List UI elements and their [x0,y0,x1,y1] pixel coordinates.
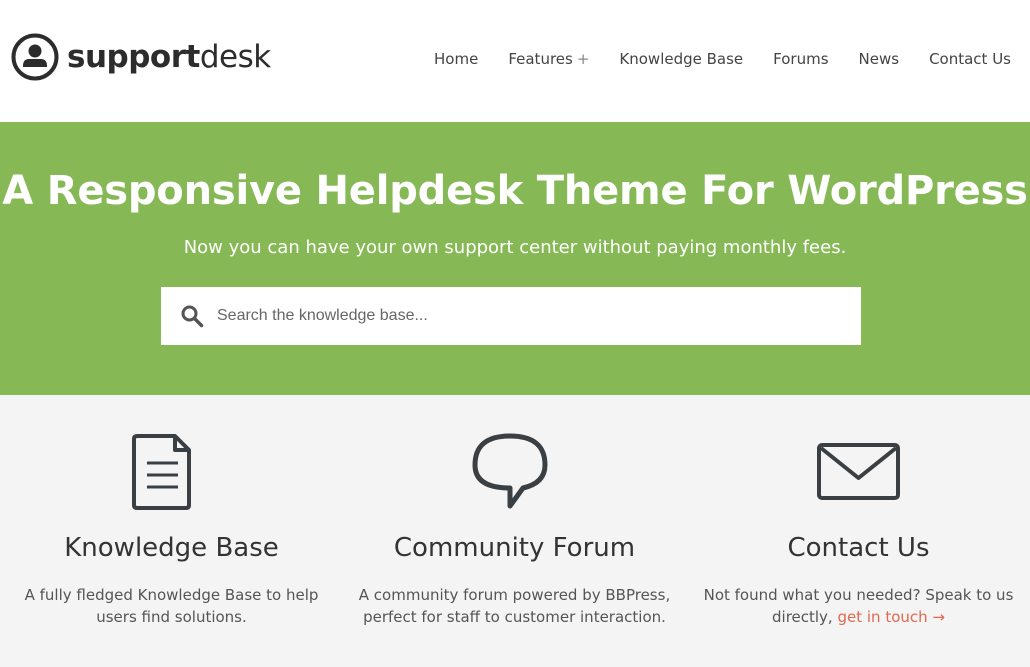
nav-contact[interactable]: Contact Us [929,49,1011,69]
site-logo[interactable]: supportdesk [11,33,271,81]
nav-home[interactable]: Home [434,49,478,69]
speech-bubble-icon [472,433,548,509]
nav-features[interactable]: Features + [508,49,589,69]
logo-text: supportdesk [67,38,271,75]
search-icon [181,305,204,328]
get-in-touch-link[interactable]: get in touch → [837,608,945,626]
site-header: supportdesk Home Features + Knowledge Bas… [0,0,1030,122]
document-icon [132,434,191,510]
plus-icon: + [576,50,590,68]
feature-text: A fully fledged Knowledge Base to help u… [24,586,319,626]
feature-text: Not found what you needed? Speak to us d… [697,584,1020,628]
logo-text-bold: support [67,38,200,75]
nav-features-label: Features [508,50,573,68]
hero-subtitle: Now you can have your own support center… [183,237,847,258]
hero-title: A Responsive Helpdesk Theme For WordPres… [2,168,1028,214]
user-icon [11,33,59,81]
search-box [161,287,861,345]
nav-forums[interactable]: Forums [773,49,828,69]
feature-title: Knowledge Base [64,533,279,563]
feature-title: Community Forum [393,533,636,563]
features-section: Knowledge Base A fully fledged Knowledge… [0,395,1030,667]
nav-news[interactable]: News [859,49,900,69]
search-input[interactable] [215,295,839,337]
envelope-icon [817,443,900,500]
main-nav: Home Features + Knowledge Base Forums New… [404,49,1011,69]
feature-title: Contact Us [787,533,930,563]
hero-banner: A Responsive Helpdesk Theme For WordPres… [0,122,1030,395]
nav-knowledge-base[interactable]: Knowledge Base [619,49,743,69]
logo-text-light: desk [199,38,271,75]
feature-text: A community forum powered by BBPress, pe… [358,586,671,626]
